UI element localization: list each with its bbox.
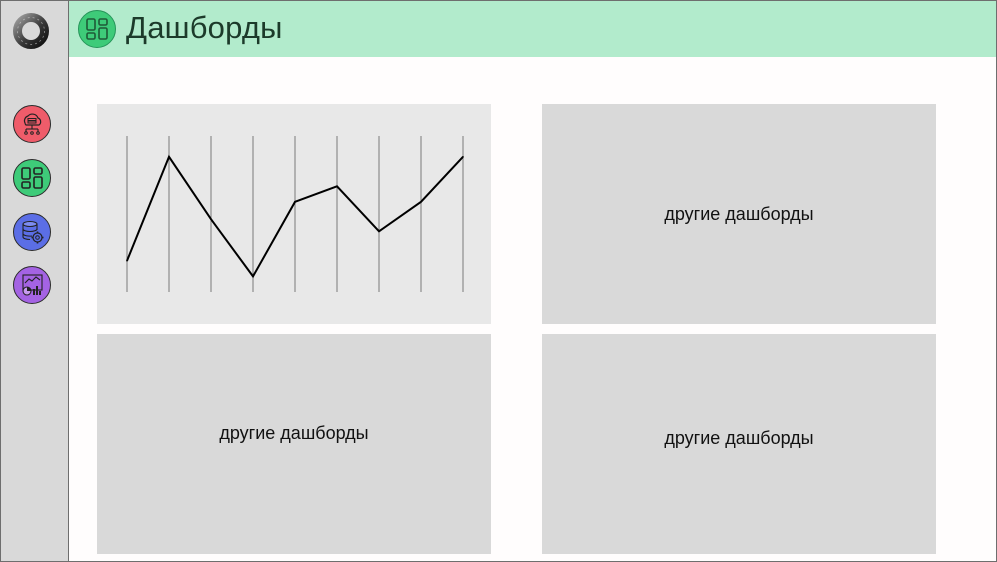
chart-point bbox=[126, 260, 128, 262]
chart-point bbox=[378, 230, 380, 233]
nav-analytics[interactable] bbox=[13, 266, 51, 304]
cloud-server-icon bbox=[23, 113, 42, 135]
page-header: Дашборды bbox=[69, 1, 996, 57]
chart-point bbox=[252, 275, 254, 278]
sidebar bbox=[1, 1, 69, 561]
dashboard-grid-icon bbox=[21, 167, 43, 189]
dashboard-card-bottom-right[interactable]: другие дашборды bbox=[542, 334, 936, 554]
chart-point bbox=[168, 156, 170, 158]
database-settings-icon bbox=[22, 220, 44, 244]
chart-point bbox=[336, 185, 338, 188]
dashboard-card-bottom-left[interactable]: другие дашборды bbox=[97, 334, 491, 554]
app-window: Дашборды другие дашборды другие дашборды… bbox=[0, 0, 997, 562]
chart-point bbox=[462, 156, 464, 158]
nav-cloud-server[interactable] bbox=[13, 105, 51, 143]
analytics-report-icon bbox=[22, 274, 43, 296]
nav-dashboards[interactable] bbox=[13, 159, 51, 197]
chart-point bbox=[294, 201, 296, 203]
card-label: другие дашборды bbox=[219, 422, 369, 443]
chart-point bbox=[420, 201, 422, 203]
dashboard-grid-icon bbox=[78, 10, 116, 48]
chart-point bbox=[210, 218, 212, 220]
line-chart-card[interactable] bbox=[97, 104, 491, 324]
line-chart bbox=[126, 136, 464, 292]
card-label: другие дашборды bbox=[664, 427, 814, 448]
dashboard-card-top-right[interactable]: другие дашборды bbox=[542, 104, 936, 324]
card-label: другие дашборды bbox=[664, 203, 814, 224]
page-title: Дашборды bbox=[126, 10, 283, 45]
app-logo-icon[interactable] bbox=[12, 12, 50, 50]
nav-database-settings[interactable] bbox=[13, 213, 51, 251]
